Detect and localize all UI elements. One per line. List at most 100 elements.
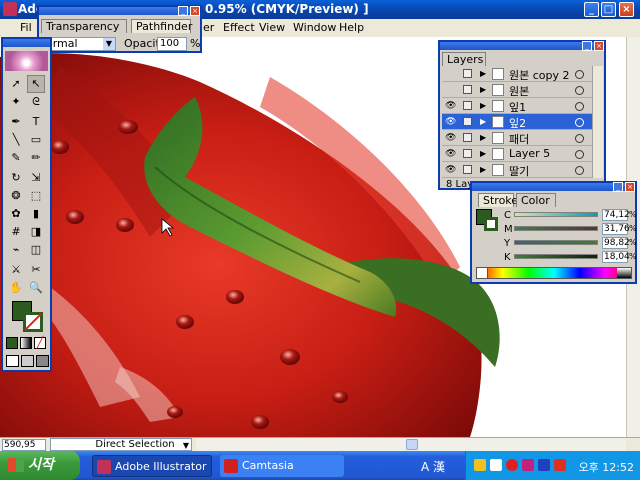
expand-triangle-icon[interactable]: ▶	[480, 165, 486, 174]
blend-mode-select[interactable]: ormal ▼	[42, 37, 116, 51]
eye-icon[interactable]: 👁	[445, 101, 456, 111]
expand-triangle-icon[interactable]: ▶	[480, 101, 486, 110]
color-palette-titlebar[interactable]: _ ×	[472, 182, 635, 192]
magenta-slider[interactable]	[514, 226, 598, 231]
palette-close-icon[interactable]: ×	[625, 182, 635, 192]
layer-row[interactable]: ▶ 원본	[442, 82, 592, 98]
lock-icon[interactable]	[463, 165, 472, 174]
selection-tool-icon[interactable]: ➚	[7, 75, 25, 93]
layers-scrollbar[interactable]	[592, 66, 603, 178]
start-button[interactable]: 시작	[0, 451, 80, 480]
standard-screen-mode-icon[interactable]	[6, 355, 19, 367]
layer-row[interactable]: 👁 ▶ Layer 5	[442, 146, 592, 162]
eye-icon[interactable]: 👁	[445, 133, 456, 143]
color-mode-icon[interactable]	[6, 337, 18, 349]
layer-row[interactable]: 👁 ▶ 잎1	[442, 98, 592, 114]
warp-tool-icon[interactable]: ❂	[7, 187, 25, 205]
stroke-swatch[interactable]	[23, 312, 43, 332]
tray-icon[interactable]	[490, 459, 502, 471]
zoom-field[interactable]: 590,95	[2, 439, 46, 451]
target-circle-icon[interactable]	[575, 86, 584, 95]
cyan-input[interactable]: 74,12	[602, 209, 630, 221]
ime-indicator[interactable]: A 漢	[421, 458, 445, 475]
lock-icon[interactable]	[463, 117, 472, 126]
target-circle-icon[interactable]	[575, 70, 584, 79]
tab-color[interactable]: Color	[516, 193, 556, 207]
tab-layers[interactable]: Layers	[442, 52, 486, 66]
stroke-swatch[interactable]	[484, 217, 498, 231]
expand-triangle-icon[interactable]: ▶	[480, 85, 486, 94]
target-circle-icon[interactable]	[575, 166, 584, 175]
eye-icon[interactable]: 👁	[445, 165, 456, 175]
layer-row[interactable]: 👁 ▶ 딸기	[442, 162, 592, 178]
symbol-sprayer-tool-icon[interactable]: ✿	[7, 205, 25, 223]
clock[interactable]: 오후 12:52	[579, 459, 634, 475]
gradient-mode-icon[interactable]	[20, 337, 32, 349]
palette-minimize-icon[interactable]: _	[582, 41, 592, 51]
rectangle-tool-icon[interactable]: ▭	[27, 131, 45, 149]
free-transform-tool-icon[interactable]: ⬚	[27, 187, 45, 205]
horizontal-scrollbar[interactable]	[196, 438, 626, 451]
menu-file[interactable]: Fil	[20, 21, 32, 34]
magenta-input[interactable]: 31,76	[602, 223, 630, 235]
black-input[interactable]: 18,04	[602, 251, 630, 263]
expand-triangle-icon[interactable]: ▶	[480, 117, 486, 126]
menu-window[interactable]: Window	[293, 21, 336, 34]
pen-tool-icon[interactable]: ✒	[7, 113, 25, 131]
illustrator-app-icon[interactable]	[3, 2, 17, 16]
layer-row[interactable]: 👁 ▶ 패더	[442, 130, 592, 146]
lock-icon[interactable]	[463, 133, 472, 142]
expand-triangle-icon[interactable]: ▶	[480, 133, 486, 142]
palette-close-icon[interactable]: ×	[190, 6, 200, 16]
tab-stroke[interactable]: Stroke	[478, 193, 518, 207]
mesh-tool-icon[interactable]: #	[7, 223, 25, 241]
expand-triangle-icon[interactable]: ▶	[480, 69, 486, 78]
target-circle-icon[interactable]	[575, 118, 584, 127]
none-color-icon[interactable]	[476, 267, 488, 279]
eye-icon[interactable]: 👁	[445, 149, 456, 159]
lock-icon[interactable]	[463, 69, 472, 78]
expand-triangle-icon[interactable]: ▶	[480, 149, 486, 158]
tab-pathfinder[interactable]: Pathfinder	[131, 19, 192, 33]
zoom-tool-icon[interactable]: 🔍	[27, 279, 45, 297]
minimize-icon[interactable]: _	[584, 2, 599, 17]
lock-icon[interactable]	[463, 85, 472, 94]
black-slider[interactable]	[514, 254, 598, 259]
palette-minimize-icon[interactable]: _	[613, 182, 623, 192]
column-graph-tool-icon[interactable]: ▮	[27, 205, 45, 223]
cyan-slider[interactable]	[514, 212, 598, 217]
scroll-thumb[interactable]	[406, 439, 418, 450]
transparency-palette-titlebar[interactable]: _ ×	[39, 6, 200, 16]
taskbar-item-camtasia[interactable]: Camtasia Record...	[220, 455, 344, 477]
none-mode-icon[interactable]: ╱	[34, 337, 46, 349]
blend-tool-icon[interactable]: ◫	[27, 241, 45, 259]
eyedropper-tool-icon[interactable]: ⌁	[7, 241, 25, 259]
maximize-icon[interactable]: □	[601, 2, 616, 17]
menu-filter[interactable]: er	[203, 21, 214, 34]
taskbar-item-illustrator[interactable]: Adobe Illustrator -...	[92, 455, 212, 477]
target-circle-icon[interactable]	[575, 134, 584, 143]
tray-icon[interactable]	[554, 459, 566, 471]
slice-tool-icon[interactable]: ⚔	[7, 261, 25, 279]
rotate-tool-icon[interactable]: ↻	[7, 169, 25, 187]
direct-selection-tool-icon[interactable]: ↖	[27, 75, 45, 93]
layer-row[interactable]: ▶ 원본 copy 2	[442, 66, 592, 82]
magic-wand-tool-icon[interactable]: ✦	[7, 93, 25, 111]
lock-icon[interactable]	[463, 101, 472, 110]
paintbrush-tool-icon[interactable]: ✎	[7, 149, 25, 167]
scissors-tool-icon[interactable]: ✂	[27, 261, 45, 279]
menu-effect[interactable]: Effect	[223, 21, 255, 34]
gradient-tool-icon[interactable]: ◨	[27, 223, 45, 241]
opacity-input[interactable]: 100	[157, 37, 187, 51]
full-screen-menu-mode-icon[interactable]	[21, 355, 34, 367]
hand-tool-icon[interactable]: ✋	[7, 279, 25, 297]
toolbox-titlebar[interactable]	[3, 39, 50, 47]
target-circle-icon[interactable]	[575, 102, 584, 111]
tray-icon[interactable]	[506, 459, 518, 471]
pencil-tool-icon[interactable]: ✏	[27, 149, 45, 167]
scale-tool-icon[interactable]: ⇲	[27, 169, 45, 187]
layer-row[interactable]: 👁 ▶ 잎2	[442, 114, 592, 130]
tab-transparency[interactable]: Transparency	[41, 19, 127, 33]
full-screen-mode-icon[interactable]	[36, 355, 49, 367]
close-icon[interactable]: ×	[619, 2, 634, 17]
